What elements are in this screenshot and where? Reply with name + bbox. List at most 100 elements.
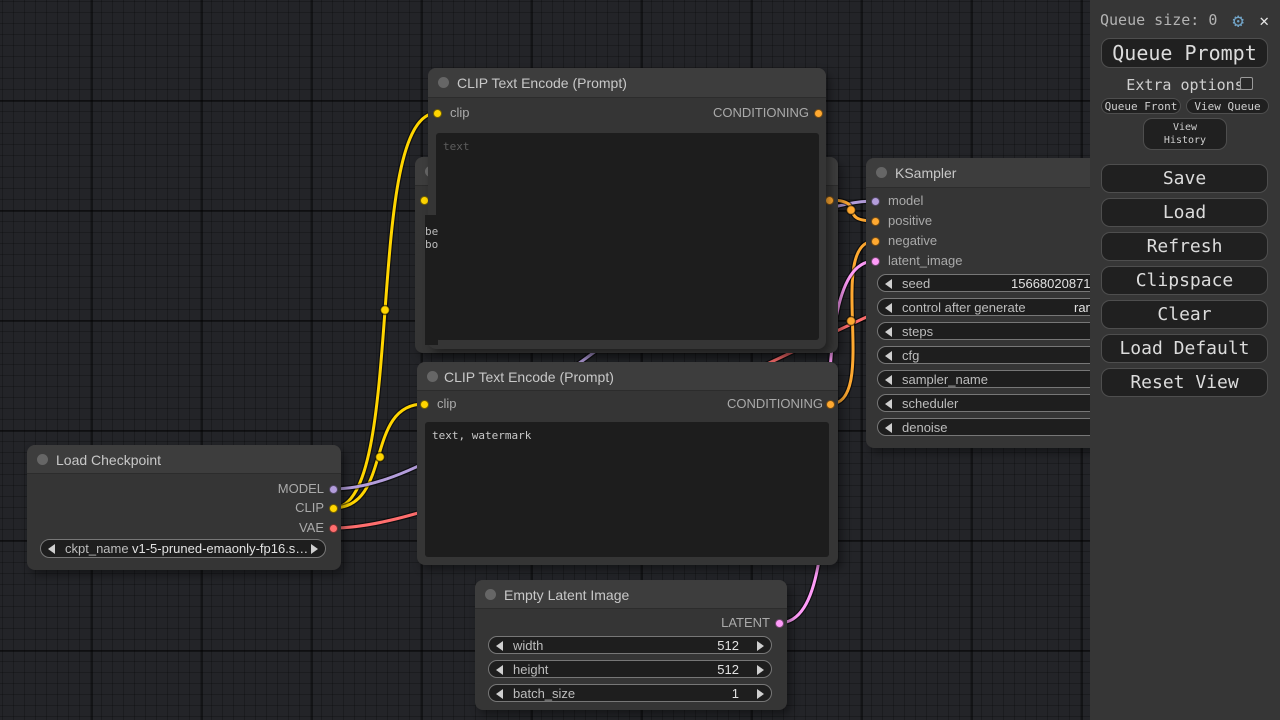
- refresh-button[interactable]: Refresh: [1101, 232, 1268, 261]
- node-collapse-dot[interactable]: [37, 454, 48, 465]
- link-dot: [847, 206, 856, 215]
- input-label-latent-image: latent_image: [888, 253, 962, 268]
- widget-value: v1-5-pruned-emaonly-fp16.s…: [132, 541, 308, 556]
- clipspace-button[interactable]: Clipspace: [1101, 266, 1268, 295]
- input-port-negative[interactable]: [871, 237, 880, 246]
- output-label-model: MODEL: [278, 481, 324, 496]
- node-graph-canvas[interactable]: bebo CLIP Text Encode (Prompt) clip COND…: [0, 0, 1090, 720]
- input-label-clip: clip: [437, 396, 457, 411]
- input-label-negative: negative: [888, 233, 937, 248]
- decrement-arrow-icon[interactable]: [496, 665, 503, 675]
- input-label-clip: clip: [450, 105, 470, 120]
- decrement-arrow-icon[interactable]: [885, 399, 892, 409]
- node-title: Empty Latent Image: [504, 587, 629, 603]
- node-empty-latent-image[interactable]: Empty Latent Image LATENT width 512 heig…: [475, 580, 787, 710]
- widget-height[interactable]: height 512: [488, 660, 772, 678]
- widget-cfg[interactable]: cfg: [877, 346, 1112, 364]
- widget-value: 512: [717, 638, 739, 653]
- output-port-model[interactable]: [329, 485, 338, 494]
- widget-label: steps: [902, 324, 933, 339]
- load-default-button[interactable]: Load Default: [1101, 334, 1268, 363]
- widget-control-after-generate[interactable]: control after generate randomize: [877, 298, 1112, 316]
- decrement-arrow-icon[interactable]: [496, 689, 503, 699]
- widget-label: width: [513, 638, 543, 653]
- decrement-arrow-icon[interactable]: [885, 327, 892, 337]
- widget-value: 1: [732, 686, 739, 701]
- widget-label: batch_size: [513, 686, 575, 701]
- comfy-menu: Queue size: 0 ⚙ ✕ Queue Prompt Extra opt…: [1090, 0, 1280, 720]
- input-port-latent-image[interactable]: [871, 257, 880, 266]
- widget-label: scheduler: [902, 396, 958, 411]
- widget-ckpt-name[interactable]: ckpt_name v1-5-pruned-emaonly-fp16.s…: [40, 539, 326, 558]
- view-history-button[interactable]: View History: [1143, 118, 1227, 150]
- output-port-clip[interactable]: [329, 504, 338, 513]
- widget-label: height: [513, 662, 548, 677]
- output-port-latent[interactable]: [775, 619, 784, 628]
- widget-label: cfg: [902, 348, 919, 363]
- node-title: CLIP Text Encode (Prompt): [457, 75, 627, 91]
- gear-icon[interactable]: ⚙: [1233, 10, 1244, 32]
- increment-arrow-icon[interactable]: [757, 641, 764, 651]
- decrement-arrow-icon[interactable]: [496, 641, 503, 651]
- node-collapse-dot[interactable]: [438, 77, 449, 88]
- decrement-arrow-icon[interactable]: [885, 351, 892, 361]
- decrement-arrow-icon[interactable]: [885, 423, 892, 433]
- prompt-textarea-clipped[interactable]: bebo: [425, 215, 438, 345]
- clear-button[interactable]: Clear: [1101, 300, 1268, 329]
- input-label-model: model: [888, 193, 923, 208]
- output-port-conditioning[interactable]: [814, 109, 823, 118]
- extra-options-label: Extra options: [1126, 76, 1243, 94]
- widget-label: ckpt_name: [65, 541, 129, 556]
- link-dot: [381, 306, 390, 315]
- output-label-clip: CLIP: [295, 500, 324, 515]
- widget-label: seed: [902, 276, 930, 291]
- node-collapse-dot[interactable]: [876, 167, 887, 178]
- node-title: CLIP Text Encode (Prompt): [444, 369, 614, 385]
- close-icon[interactable]: ✕: [1259, 11, 1269, 30]
- output-port-vae[interactable]: [329, 524, 338, 533]
- widget-scheduler[interactable]: scheduler: [877, 394, 1112, 412]
- widget-label: denoise: [902, 420, 948, 435]
- node-title: KSampler: [895, 165, 956, 181]
- widget-seed[interactable]: seed 15668020871: [877, 274, 1112, 292]
- queue-prompt-button[interactable]: Queue Prompt: [1101, 38, 1268, 68]
- widget-batch-size[interactable]: batch_size 1: [488, 684, 772, 702]
- decrement-arrow-icon[interactable]: [885, 375, 892, 385]
- node-ksampler[interactable]: KSampler model positive negative latent_…: [866, 158, 1120, 448]
- widget-denoise[interactable]: denoise: [877, 418, 1112, 436]
- link-dot: [376, 453, 385, 462]
- load-button[interactable]: Load: [1101, 198, 1268, 227]
- decrement-arrow-icon[interactable]: [885, 303, 892, 313]
- input-port-clip[interactable]: [420, 400, 429, 409]
- widget-value: 512: [717, 662, 739, 677]
- prompt-textarea[interactable]: text, watermark: [425, 422, 829, 557]
- decrement-arrow-icon[interactable]: [885, 279, 892, 289]
- link-dot: [847, 317, 856, 326]
- queue-front-button[interactable]: Queue Front: [1101, 98, 1181, 114]
- input-port-model[interactable]: [871, 197, 880, 206]
- reset-view-button[interactable]: Reset View: [1101, 368, 1268, 397]
- increment-arrow-icon[interactable]: [311, 544, 318, 554]
- widget-steps[interactable]: steps: [877, 322, 1112, 340]
- view-queue-button[interactable]: View Queue: [1186, 98, 1269, 114]
- node-collapse-dot[interactable]: [485, 589, 496, 600]
- input-port-clip[interactable]: [433, 109, 442, 118]
- increment-arrow-icon[interactable]: [757, 689, 764, 699]
- prompt-textarea[interactable]: text: [436, 133, 819, 340]
- output-port-conditioning[interactable]: [826, 400, 835, 409]
- widget-width[interactable]: width 512: [488, 636, 772, 654]
- wire-clip-to-negative-prompt: [333, 404, 424, 508]
- widget-sampler-name[interactable]: sampler_name: [877, 370, 1112, 388]
- view-history-label: History: [1164, 134, 1206, 147]
- decrement-arrow-icon[interactable]: [48, 544, 55, 554]
- node-clip-text-encode-negative[interactable]: CLIP Text Encode (Prompt) clip CONDITION…: [417, 362, 838, 565]
- save-button[interactable]: Save: [1101, 164, 1268, 193]
- prompt-text-line: be: [425, 225, 438, 238]
- extra-options-checkbox[interactable]: [1240, 77, 1253, 90]
- output-label-conditioning: CONDITIONING: [713, 105, 809, 120]
- increment-arrow-icon[interactable]: [757, 665, 764, 675]
- node-clip-text-encode-positive[interactable]: CLIP Text Encode (Prompt) clip CONDITION…: [428, 68, 826, 349]
- input-port-positive[interactable]: [871, 217, 880, 226]
- node-collapse-dot[interactable]: [427, 371, 438, 382]
- node-load-checkpoint[interactable]: Load Checkpoint MODEL CLIP VAE ckpt_name…: [27, 445, 341, 570]
